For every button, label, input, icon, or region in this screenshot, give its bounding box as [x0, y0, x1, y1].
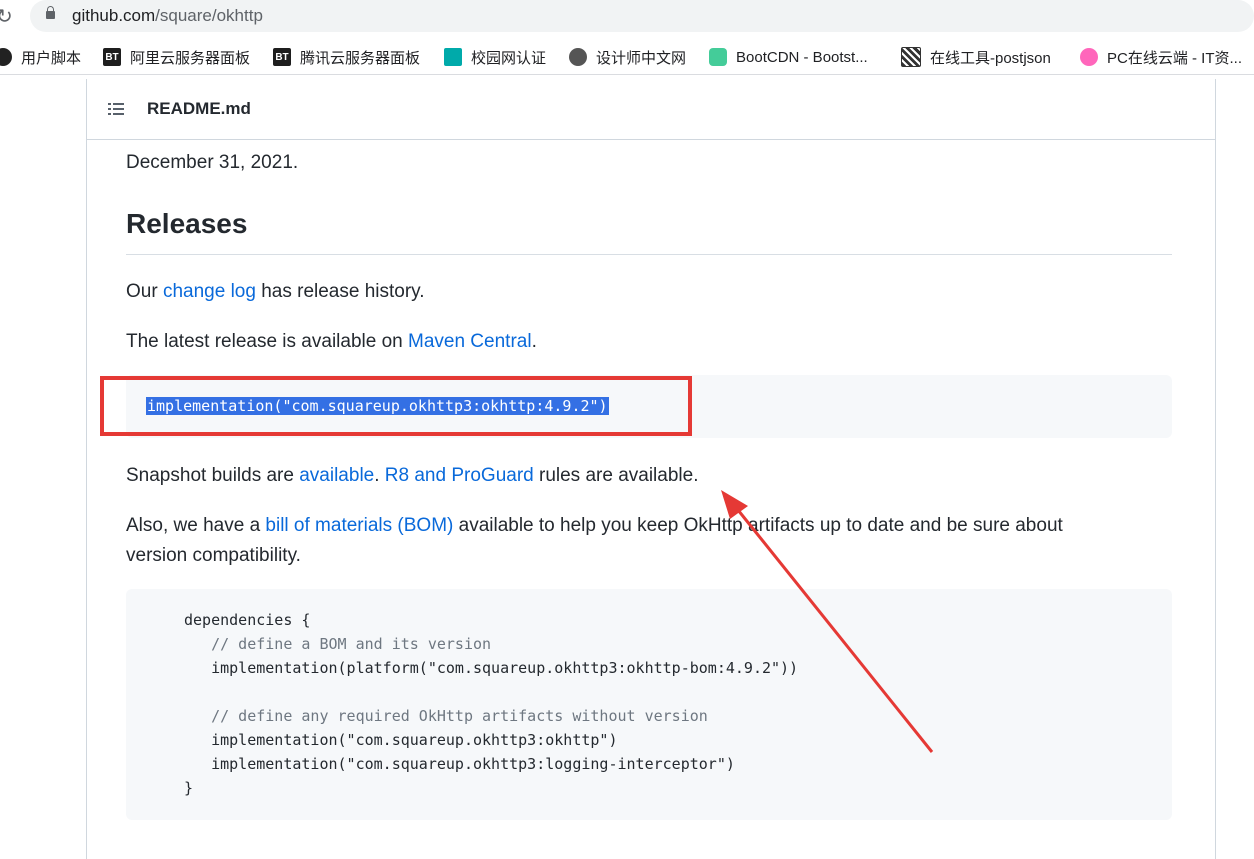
arrow-head — [721, 490, 748, 519]
annotation-arrow — [721, 490, 934, 753]
arrow-shaft — [736, 509, 934, 753]
